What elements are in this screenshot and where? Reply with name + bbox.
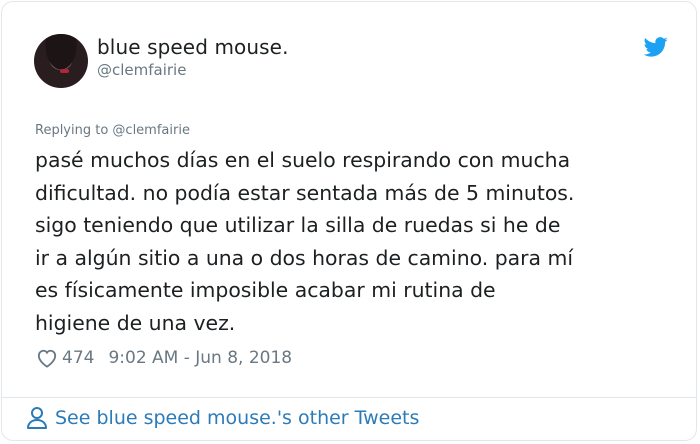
avatar-hair [34, 34, 88, 88]
person-icon [27, 407, 47, 429]
like-count[interactable]: 474 [62, 348, 94, 368]
divider [2, 397, 696, 398]
twitter-bird-icon[interactable] [644, 37, 668, 57]
tweet-meta: 474 9:02 AM - Jun 8, 2018 [36, 346, 292, 370]
handle[interactable]: @clemfairie [97, 61, 186, 79]
avatar[interactable] [34, 34, 88, 88]
see-other-tweets-label[interactable]: See blue speed mouse.'s other Tweets [55, 407, 419, 429]
display-name[interactable]: blue speed mouse. [97, 35, 289, 59]
timestamp[interactable]: 9:02 AM - Jun 8, 2018 [108, 348, 292, 368]
tweet-text: pasé muchos días en el suelo respirando … [35, 148, 575, 335]
replying-to[interactable]: Replying to @clemfairie [35, 123, 190, 138]
see-other-tweets-link[interactable]: See blue speed mouse.'s other Tweets [26, 406, 419, 430]
tweet-card: blue speed mouse. @clemfairie Replying t… [1, 1, 697, 441]
avatar-lips [60, 69, 69, 73]
heart-icon[interactable] [36, 348, 58, 368]
